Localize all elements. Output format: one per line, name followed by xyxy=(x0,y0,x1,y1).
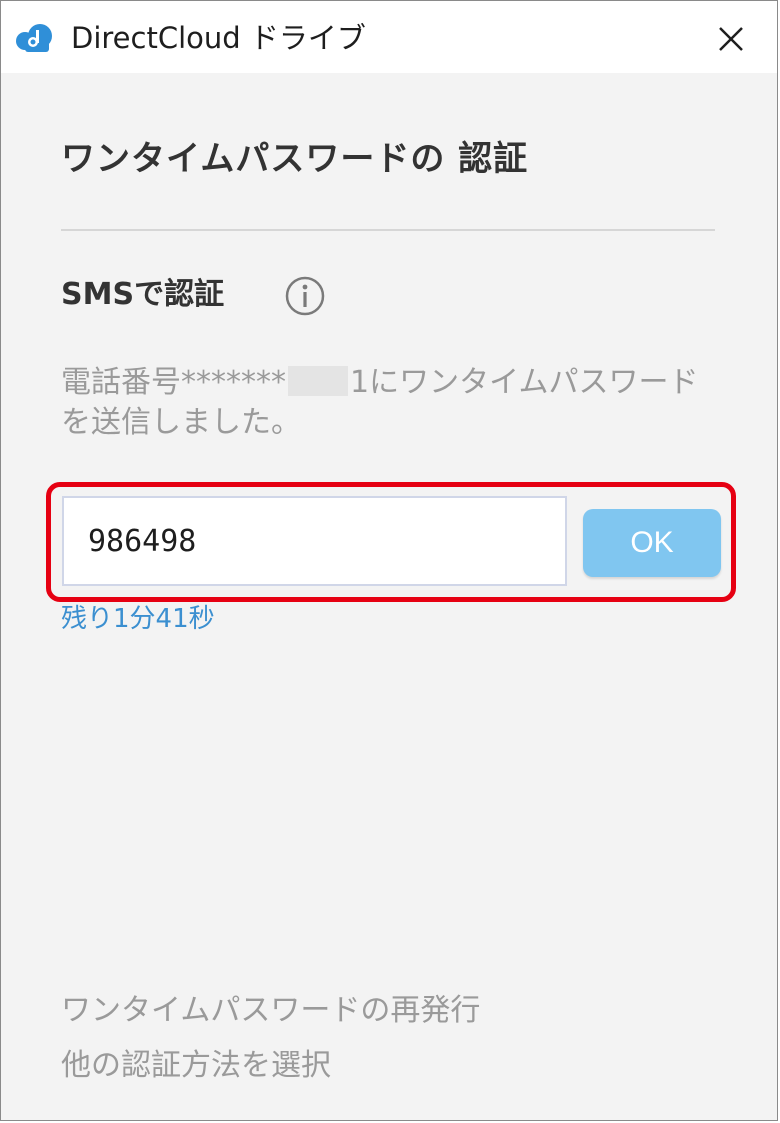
close-button[interactable] xyxy=(701,15,761,63)
window-title: DirectCloud ドライブ xyxy=(71,21,366,55)
otp-input[interactable] xyxy=(62,496,567,586)
sms-sent-message: 電話番号******* 1にワンタイムパスワードを送信しました。 xyxy=(61,363,711,443)
info-icon[interactable] xyxy=(283,274,327,318)
resend-otp-link[interactable]: ワンタイムパスワードの再発行 xyxy=(61,991,480,1031)
ok-button[interactable]: OK xyxy=(583,509,721,577)
auth-method-label: SMSで認証 xyxy=(61,277,225,312)
title-bar: DirectCloud ドライブ xyxy=(1,1,777,73)
page-title: ワンタイムパスワードの 認証 xyxy=(61,139,529,179)
description-prefix: 電話番号******* xyxy=(61,365,286,400)
dialog-window: DirectCloud ドライブ ワンタイムパスワードの 認証 SMSで認証 電… xyxy=(0,0,778,1121)
divider xyxy=(61,229,715,231)
close-icon xyxy=(719,27,743,51)
other-auth-method-link[interactable]: 他の認証方法を選択 xyxy=(61,1046,331,1086)
masked-phone-digits xyxy=(288,366,348,396)
remaining-time: 残り1分41秒 xyxy=(61,604,215,634)
cloud-logo-icon xyxy=(13,23,55,53)
